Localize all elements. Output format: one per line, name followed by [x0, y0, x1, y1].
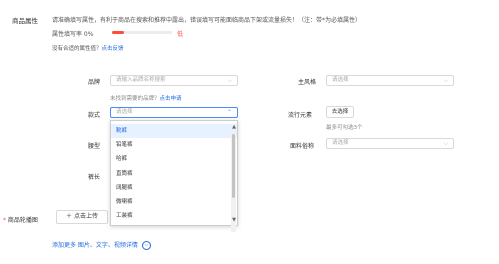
add-more-text: 添加更多 图片、文字、视频详情 — [52, 242, 138, 249]
dropdown-option[interactable]: 直筒裤 — [111, 167, 237, 181]
fabric-label: 面料俗称 — [290, 143, 315, 150]
chevron-up-icon: ⌃ — [226, 109, 232, 116]
dropdown-option[interactable]: 哈裤 — [111, 152, 237, 166]
brand-placeholder: 请输入品牌名称搜索 — [116, 77, 166, 83]
images-label-text: 商品轮播图 — [7, 217, 38, 224]
plus-icon: ＋ — [66, 213, 73, 220]
dropdown-option[interactable]: 微喇裤 — [111, 195, 237, 209]
upload-button[interactable]: ＋ 点击上传 — [56, 210, 108, 224]
section-title: 商品属性 — [12, 17, 38, 25]
upload-button-label: 点击上传 — [73, 213, 98, 220]
feedback-link[interactable]: 点击反馈 — [102, 46, 124, 52]
dropdown-option[interactable]: 靴裤 — [111, 124, 237, 139]
kuanshi-select[interactable]: 请选择 ⌃ — [110, 107, 238, 118]
fill-rate-low-marker — [112, 31, 124, 34]
style-label: 主风格 — [298, 79, 317, 86]
brand-select[interactable]: 请输入品牌名称搜索 ⌵ — [110, 75, 238, 86]
kuanshi-dropdown: 靴裤 铅笔裤 哈裤 直筒裤 阔腿裤 微喇裤 工装裤 ▲ ▼ — [110, 120, 238, 232]
trend-button-label: 去选择 — [331, 109, 349, 115]
chevron-down-icon: ⌵ — [443, 77, 448, 84]
scroll-up-arrow-icon[interactable]: ▲ — [232, 124, 236, 130]
style-placeholder: 请选择 — [332, 77, 349, 83]
scroll-down-arrow-icon[interactable]: ▼ — [232, 217, 236, 223]
dropdown-option[interactable]: 阔腿裤 — [111, 181, 237, 195]
trend-select-button[interactable]: 去选择 — [326, 106, 354, 118]
fabric-select[interactable]: 请选择 ⌵ — [326, 138, 454, 149]
required-mark: * — [3, 217, 6, 224]
length-label: 裤长 — [88, 174, 101, 181]
style-select[interactable]: 请选择 ⌵ — [326, 75, 454, 86]
no-attr-question: 没有合适的属性值？ — [52, 46, 102, 52]
brand-apply-link[interactable]: 点击申请 — [160, 96, 182, 102]
fabric-placeholder: 请选择 — [332, 140, 349, 146]
trend-label: 流行元素 — [288, 112, 313, 119]
attribute-notice: 请准确填写属性，有利于商品在搜索和推荐中露出，错误填写可能面临商品下架或流量损失… — [52, 17, 362, 24]
dropdown-option[interactable]: 铅笔裤 — [111, 138, 237, 152]
trend-hint: 最多可勾选3个 — [326, 125, 363, 131]
no-attr-text: 没有合适的属性值？点击反馈 — [52, 44, 124, 52]
chevron-down-icon: ⌵ — [443, 140, 448, 147]
chevron-down-circle-icon: ⌵ — [141, 241, 151, 250]
kuanshi-placeholder: 请选择 — [116, 109, 133, 115]
brand-hint-text: 未找到需要的品牌？ — [110, 96, 160, 102]
add-more-details-link[interactable]: 添加更多 图片、文字、视频详情 ⌵ — [52, 240, 151, 250]
kuanshi-label: 款式 — [88, 112, 101, 119]
waist-label: 腰型 — [88, 143, 101, 150]
dropdown-option[interactable]: 工装裤 — [111, 209, 237, 223]
brand-label: 品牌 — [88, 79, 101, 86]
fill-rate-status: 低 — [177, 31, 184, 38]
dropdown-options: 靴裤 铅笔裤 哈裤 直筒裤 阔腿裤 微喇裤 工装裤 — [111, 121, 237, 223]
dropdown-scroll-thumb[interactable] — [232, 134, 235, 198]
fill-rate-label: 属性填写率 0% — [52, 31, 94, 38]
brand-hint: 未找到需要的品牌？点击申请 — [110, 94, 182, 102]
images-label: * 商品轮播图 — [3, 215, 38, 224]
chevron-down-icon: ⌵ — [227, 77, 232, 84]
